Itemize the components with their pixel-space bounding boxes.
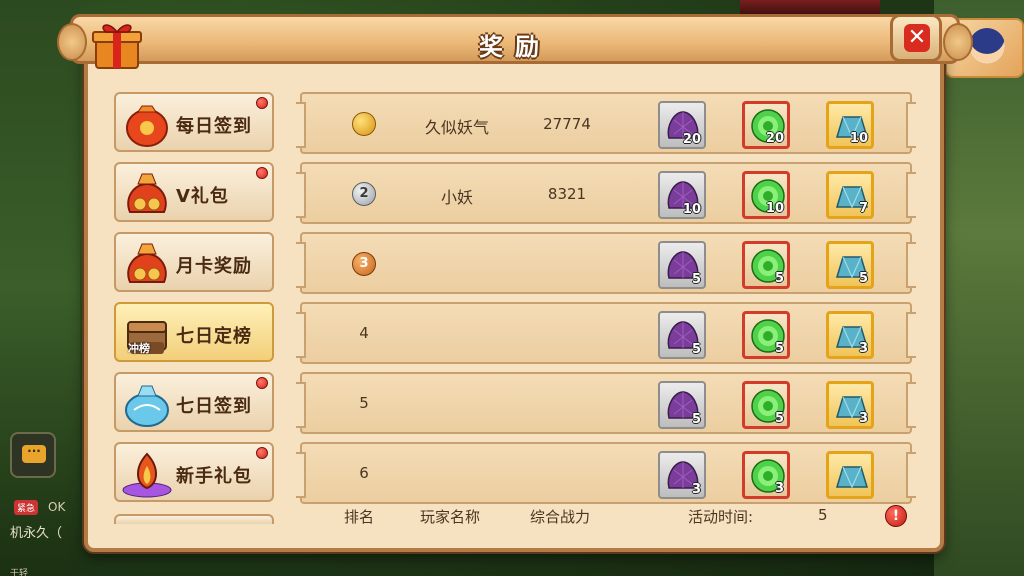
reward-quantity: 5 <box>774 271 784 286</box>
purple-pouch-icon[interactable]: 5 <box>658 311 706 359</box>
close-icon: ✕ <box>904 24 930 52</box>
blue-crystal-icon[interactable]: 3 <box>826 311 874 359</box>
gift-box-icon <box>92 24 142 69</box>
activity-time-value: 5 <box>818 506 828 524</box>
green-jade-icon[interactable]: 5 <box>742 311 790 359</box>
reward-quantity: 5 <box>858 271 868 286</box>
reward-quantity: 3 <box>858 341 868 356</box>
reward-quantity: 10 <box>682 202 701 217</box>
lucky-bag-icon <box>120 238 174 290</box>
rank-chest-icon: 冲榜 <box>120 308 174 360</box>
activity-time-label: 活动时间: <box>688 508 754 526</box>
chat-icon: ··· <box>22 445 46 463</box>
player-name: 久似妖气 <box>424 118 489 137</box>
rank-chest-label: 冲榜 <box>128 342 150 355</box>
green-jade-icon[interactable]: 20 <box>742 101 790 149</box>
notification-dot <box>256 377 268 389</box>
blue-crystal-icon[interactable]: 7 <box>826 171 874 219</box>
rank-row: 2 小妖 8321 10 10 7 <box>296 162 916 224</box>
reward-quantity: 3 <box>774 481 784 496</box>
sidebar-item-4[interactable]: 七日签到 <box>114 372 274 432</box>
title-bar: 奖励 <box>57 14 973 64</box>
rank-row: 6 3 3 <box>296 442 916 504</box>
purple-pouch-icon[interactable]: 3 <box>658 451 706 499</box>
green-jade-icon[interactable]: 10 <box>742 171 790 219</box>
reward-quantity: 5 <box>691 342 701 357</box>
rank-number: 4 <box>359 324 369 342</box>
crystal-bag-icon <box>120 378 174 430</box>
purple-pouch-icon[interactable]: 20 <box>658 101 706 149</box>
notification-dot <box>256 97 268 109</box>
alert-icon[interactable]: ! <box>885 505 907 527</box>
sidebar-item-label: 七日定榜 <box>176 326 252 347</box>
purple-pouch-icon[interactable]: 10 <box>658 171 706 219</box>
rank-row: 5 5 5 3 <box>296 372 916 434</box>
combat-power: 8321 <box>547 185 587 203</box>
reward-quantity: 10 <box>765 201 784 216</box>
reward-quantity: 3 <box>691 482 701 497</box>
combat-power: 27774 <box>543 115 591 133</box>
reward-quantity: 10 <box>849 131 868 146</box>
reward-quantity: 5 <box>691 412 701 427</box>
rank-number: 6 <box>359 464 369 482</box>
reward-quantity: 5 <box>774 411 784 426</box>
green-jade-icon[interactable]: 5 <box>742 381 790 429</box>
rank-number: 5 <box>359 394 369 412</box>
reward-quantity: 3 <box>858 411 868 426</box>
player-name: 小妖 <box>440 188 473 207</box>
side-chat-text: 机永久（ <box>10 526 63 541</box>
reward-quantity: 7 <box>858 201 868 216</box>
bottom-left-text: 于轻 <box>10 569 29 576</box>
sidebar-item-partial[interactable] <box>114 514 274 524</box>
reward-quantity: 20 <box>765 131 784 146</box>
sidebar-item-0[interactable]: 每日签到 <box>114 92 274 152</box>
rank-row: 3 5 5 5 <box>296 232 916 294</box>
chat-button[interactable]: ··· <box>10 432 56 478</box>
notification-dot <box>256 447 268 459</box>
silver-medal-icon: 2 <box>352 182 376 206</box>
close-button[interactable]: ✕ <box>890 14 942 62</box>
lantern-bag-icon <box>120 98 174 150</box>
sidebar-item-5[interactable]: 新手礼包 <box>114 442 274 502</box>
rank-row: 久似妖气 27774 20 20 10 <box>296 92 916 154</box>
sidebar-item-1[interactable]: V礼包 <box>114 162 274 222</box>
lucky-bag-icon <box>120 168 174 220</box>
sidebar-item-label: 新手礼包 <box>176 466 252 487</box>
sidebar-item-label: 七日签到 <box>176 396 252 417</box>
player-name-header: 玩家名称 <box>420 508 481 526</box>
sidebar-item-2[interactable]: 月卡奖励 <box>114 232 274 292</box>
reward-quantity: 5 <box>774 341 784 356</box>
sidebar-item-3[interactable]: 冲榜 七日定榜 <box>114 302 274 362</box>
rank-header: 排名 <box>344 508 375 526</box>
side-ok: OK <box>48 500 66 514</box>
sidebar-item-label: V礼包 <box>176 186 229 207</box>
green-jade-icon[interactable]: 3 <box>742 451 790 499</box>
blue-crystal-icon[interactable]: 3 <box>826 381 874 429</box>
reward-quantity: 5 <box>691 272 701 287</box>
page-title: 奖励 <box>479 33 551 61</box>
blue-crystal-icon[interactable] <box>826 451 874 499</box>
power-header: 综合战力 <box>530 508 591 526</box>
notification-dot <box>256 167 268 179</box>
sidebar-item-label: 月卡奖励 <box>176 256 252 277</box>
rank-row: 4 5 5 3 <box>296 302 916 364</box>
background-foliage-left <box>0 0 80 576</box>
blue-crystal-icon[interactable]: 10 <box>826 101 874 149</box>
reward-quantity: 20 <box>682 132 701 147</box>
sidebar-item-label: 每日签到 <box>176 116 252 137</box>
side-tag: 紧急 <box>14 500 39 515</box>
flame-gift-icon <box>120 448 174 500</box>
blue-crystal-icon[interactable]: 5 <box>826 241 874 289</box>
green-jade-icon[interactable]: 5 <box>742 241 790 289</box>
gold-medal-icon <box>352 112 376 136</box>
purple-pouch-icon[interactable]: 5 <box>658 381 706 429</box>
purple-pouch-icon[interactable]: 5 <box>658 241 706 289</box>
background-foliage-right <box>934 0 1024 576</box>
bronze-medal-icon: 3 <box>352 252 376 276</box>
